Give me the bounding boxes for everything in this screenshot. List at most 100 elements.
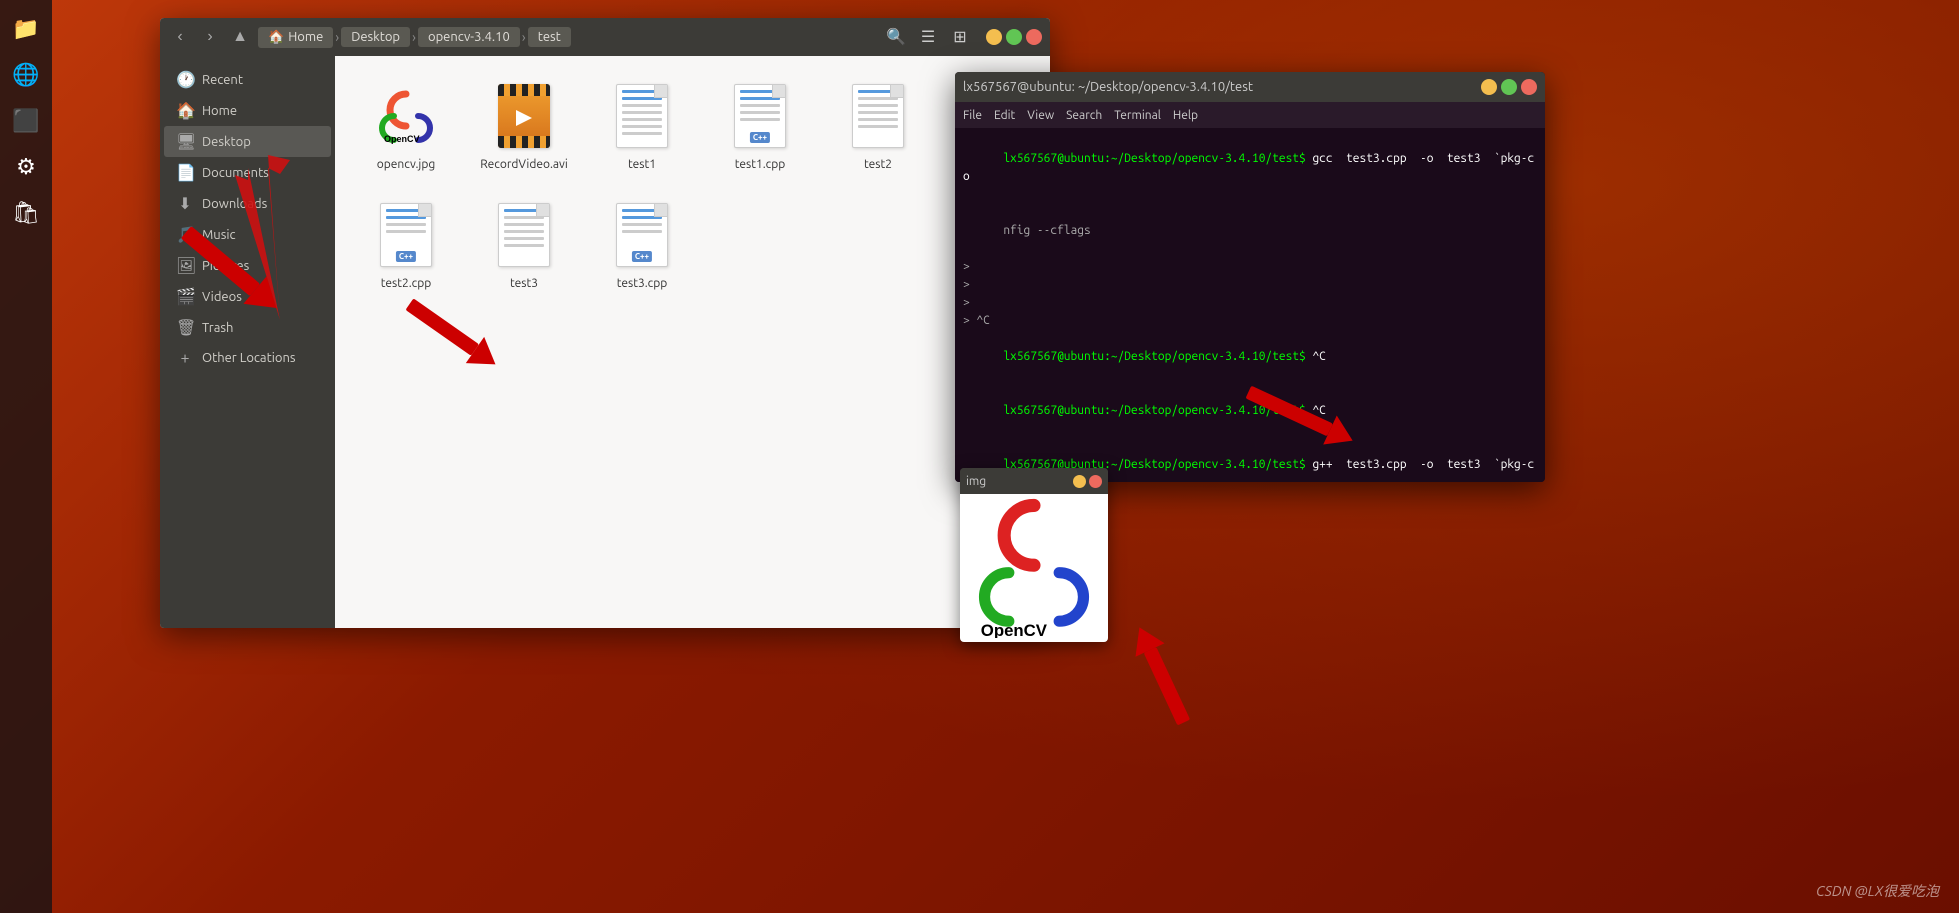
file-test1-cpp[interactable]: C++ test1.cpp [705,72,815,179]
sidebar-item-desktop[interactable]: 🖥 Desktop [164,126,331,157]
pictures-icon: 🖼 [176,256,194,275]
svg-text:OpenCV: OpenCV [384,134,420,144]
breadcrumb: 🏠 Home › Desktop › opencv-3.4.10 › test [258,27,876,48]
taskbar-terminal-icon[interactable]: ⬛ [5,100,47,142]
file-test2[interactable]: test2 [823,72,933,179]
term-line-6: > ^C [963,312,1537,330]
file-test1[interactable]: test1 [587,72,697,179]
img-title: img [966,475,986,488]
test2-label: test2 [864,158,892,171]
term-line-5: > [963,294,1537,312]
sidebar-item-videos[interactable]: 🎬 Videos [164,281,331,312]
test3-cpp-icon: C++ [610,199,674,271]
test1-icon [610,80,674,152]
test3-cpp-label: test3.cpp [617,277,668,290]
file-opencv-jpg[interactable]: OpenCV opencv.jpg [351,72,461,179]
maximize-button[interactable] [1006,29,1022,45]
term-content[interactable]: lx567567@ubuntu:~/Desktop/opencv-3.4.10/… [955,128,1545,482]
test2-icon [846,80,910,152]
file-manager-window: ‹ › ▲ 🏠 Home › Desktop › opencv-3.4.10 ›… [160,18,1050,628]
sidebar-item-recent[interactable]: 🕐 Recent [164,64,331,95]
watermark: CSDN @LX很爱吃泡 [1816,881,1939,901]
opencv-jpg-label: opencv.jpg [377,158,436,171]
img-window: img OpenCV [960,468,1108,642]
nav-forward-button[interactable]: › [198,25,222,49]
taskbar: 📁 🌐 ⬛ ⚙ 🛍 [0,0,52,913]
taskbar-store-icon[interactable]: 🛍 [5,192,47,234]
sidebar-item-downloads[interactable]: ⬇ Downloads [164,188,331,219]
view-list-button[interactable]: ☰ [914,23,942,51]
trash-icon: 🗑 [176,318,194,337]
music-icon: 🎵 [176,225,194,244]
taskbar-files-icon[interactable]: 📁 [5,8,47,50]
breadcrumb-opencv[interactable]: opencv-3.4.10 [418,27,520,47]
fm-content: OpenCV opencv.jpg RecordVideo.avi [335,56,1050,628]
file-recordvideo[interactable]: RecordVideo.avi [469,72,579,179]
fm-toolbar-right: 🔍 ☰ ⊞ [882,23,974,51]
term-win-controls [1481,79,1537,95]
term-menu-view[interactable]: View [1027,109,1054,122]
breadcrumb-sep-2: › [410,29,418,45]
view-grid-button[interactable]: ⊞ [946,23,974,51]
test2-cpp-icon: C++ [374,199,438,271]
fm-titlebar: ‹ › ▲ 🏠 Home › Desktop › opencv-3.4.10 ›… [160,18,1050,56]
test2-cpp-label: test2.cpp [381,277,432,290]
search-button[interactable]: 🔍 [882,23,910,51]
sidebar-item-trash[interactable]: 🗑 Trash [164,312,331,343]
img-content: OpenCV [960,494,1108,642]
home-icon: 🏠 [176,101,194,120]
term-close-button[interactable] [1521,79,1537,95]
fm-win-controls [986,29,1042,45]
term-menu-terminal[interactable]: Terminal [1114,109,1161,122]
nav-back-button[interactable]: ‹ [168,25,192,49]
test1-cpp-label: test1.cpp [735,158,786,171]
video-label: RecordVideo.avi [480,158,568,171]
img-controls [1073,475,1102,488]
fm-body: 🕐 Recent 🏠 Home 🖥 Desktop 📄 Documents ⬇ … [160,56,1050,628]
breadcrumb-desktop[interactable]: Desktop [341,27,410,47]
test3-icon [492,199,556,271]
svg-text:OpenCV: OpenCV [981,621,1048,638]
taskbar-settings-icon[interactable]: ⚙ [5,146,47,188]
fm-sidebar: 🕐 Recent 🏠 Home 🖥 Desktop 📄 Documents ⬇ … [160,56,335,628]
term-menu-search[interactable]: Search [1066,109,1102,122]
term-maximize-button[interactable] [1501,79,1517,95]
term-menu-edit[interactable]: Edit [994,109,1015,122]
minimize-button[interactable] [986,29,1002,45]
videos-icon: 🎬 [176,287,194,306]
taskbar-browser-icon[interactable]: 🌐 [5,54,47,96]
downloads-icon: ⬇ [176,194,194,213]
term-line-4: > [963,276,1537,294]
desktop-icon: 🖥 [176,132,194,151]
other-locations-icon: + [176,349,194,367]
file-test3-cpp[interactable]: C++ test3.cpp [587,191,697,298]
sidebar-item-pictures[interactable]: 🖼 Pictures [164,250,331,281]
breadcrumb-home[interactable]: 🏠 Home [258,27,333,48]
term-menubar: File Edit View Search Terminal Help [955,102,1545,128]
opencv-jpg-icon: OpenCV [374,80,438,152]
file-test3[interactable]: test3 [469,191,579,298]
breadcrumb-sep-3: › [520,29,528,45]
close-button[interactable] [1026,29,1042,45]
recent-icon: 🕐 [176,70,194,89]
img-titlebar: img [960,468,1108,494]
sidebar-item-documents[interactable]: 📄 Documents [164,157,331,188]
img-close-button[interactable] [1089,475,1102,488]
sidebar-item-music[interactable]: 🎵 Music [164,219,331,250]
img-minimize-button[interactable] [1073,475,1086,488]
term-minimize-button[interactable] [1481,79,1497,95]
term-menu-file[interactable]: File [963,109,982,122]
test1-cpp-icon: C++ [728,80,792,152]
file-test2-cpp[interactable]: C++ test2.cpp [351,191,461,298]
documents-icon: 📄 [176,163,194,182]
test1-label: test1 [628,158,656,171]
term-line-2: nfig --cflags [963,204,1537,258]
sidebar-item-home[interactable]: 🏠 Home [164,95,331,126]
sidebar-item-other-locations[interactable]: + Other Locations [164,343,331,373]
term-line-3: > [963,258,1537,276]
nav-up-button[interactable]: ▲ [228,25,252,49]
breadcrumb-test[interactable]: test [528,27,571,47]
term-menu-help[interactable]: Help [1173,109,1198,122]
test3-label: test3 [510,277,538,290]
term-line-1: lx567567@ubuntu:~/Desktop/opencv-3.4.10/… [963,132,1537,204]
